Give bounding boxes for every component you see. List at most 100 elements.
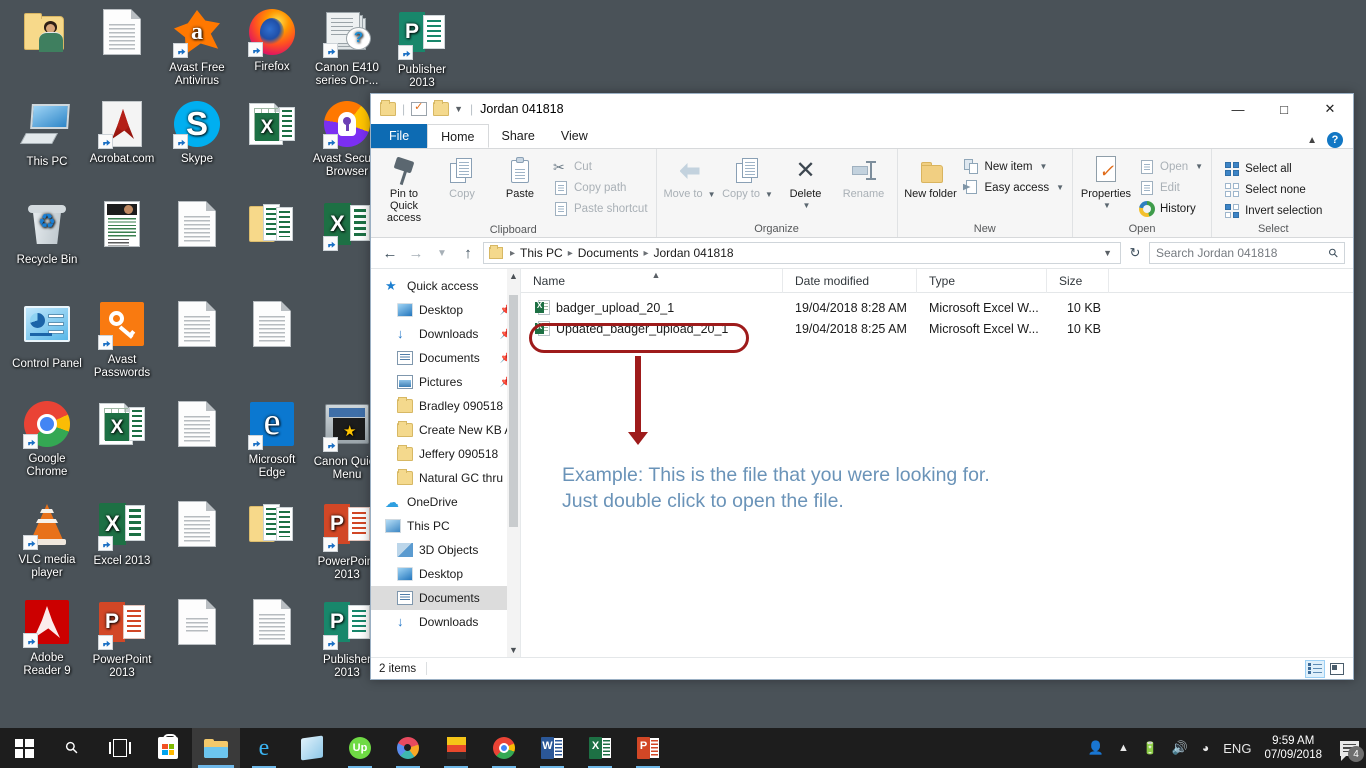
nav-item[interactable]: Bradley 090518 xyxy=(371,394,520,418)
desktop-icon[interactable]: Publisher 2013 xyxy=(385,8,459,90)
nav-item[interactable]: Create New KB A xyxy=(371,418,520,442)
desktop-icon[interactable]: Canon E410 series On-... xyxy=(310,8,384,88)
chrome-button[interactable] xyxy=(480,728,528,768)
file-explorer-button[interactable] xyxy=(192,728,240,768)
breadcrumb-documents[interactable]: Documents xyxy=(578,246,639,260)
chevron-down-icon[interactable]: ▼ xyxy=(708,190,716,199)
chevron-down-icon[interactable]: ▼ xyxy=(779,200,835,212)
nav-item[interactable]: ↓ Downloads xyxy=(371,610,520,634)
chevron-down-icon[interactable]: ▼ xyxy=(1103,248,1116,258)
pin-to-quick-access-button[interactable]: Pin to Quick access xyxy=(375,152,433,224)
breadcrumb-current[interactable]: Jordan 041818 xyxy=(653,246,733,260)
scroll-down-icon[interactable]: ▼ xyxy=(507,643,520,657)
wifi-icon[interactable]: ◕ xyxy=(1195,728,1216,768)
select-all-button[interactable]: Select all xyxy=(1220,158,1326,179)
chevron-down-icon[interactable]: ▼ xyxy=(1056,183,1064,192)
copy-to-button[interactable]: Copy to ▼ xyxy=(719,152,777,201)
nav-item[interactable]: Natural GC thru xyxy=(371,466,520,490)
desktop-icon[interactable] xyxy=(85,8,159,61)
tab-share[interactable]: Share xyxy=(489,124,548,148)
column-headers[interactable]: Name ▲ Date modified Type Size xyxy=(521,268,1353,293)
quick-access-folder-icon[interactable] xyxy=(380,100,396,116)
search-input[interactable]: Search Jordan 041818 ⚲ xyxy=(1149,242,1345,264)
refresh-icon[interactable]: ↻ xyxy=(1125,245,1145,261)
scroll-up-icon[interactable]: ▲ xyxy=(507,269,520,283)
chevron-down-icon[interactable]: ▼ xyxy=(1079,200,1135,212)
desktop-icon[interactable] xyxy=(160,300,234,353)
title-bar[interactable]: | ▼ | Jordan 041818 — □ ✕ xyxy=(371,94,1353,124)
navigation-list[interactable]: ★ Quick access Desktop 📌 ↓ Downloads 📌 Document… xyxy=(371,269,520,634)
customize-quick-access-caret-icon[interactable]: ▼ xyxy=(454,104,463,114)
nav-item[interactable]: ↓ Downloads 📌 xyxy=(371,322,520,346)
desktop-icon[interactable] xyxy=(160,598,234,651)
clock[interactable]: 9:59 AM 07/09/2018 xyxy=(1258,734,1332,762)
table-row[interactable]: badger_upload_20_1 19/04/2018 8:28 AM Micr… xyxy=(521,297,1353,318)
tab-view[interactable]: View xyxy=(548,124,601,148)
desktop-icon[interactable] xyxy=(160,400,234,453)
breadcrumb[interactable]: ▸ This PC ▸ Documents ▸ Jordan 041818 ▼ xyxy=(483,242,1121,264)
desktop-icon[interactable]: Skype xyxy=(160,100,234,166)
back-arrow-icon[interactable]: ← xyxy=(379,245,401,262)
close-button[interactable]: ✕ xyxy=(1307,94,1353,124)
task-view-button[interactable] xyxy=(96,728,144,768)
column-header-size[interactable]: Size xyxy=(1047,268,1109,293)
desktop-icon[interactable] xyxy=(235,200,309,256)
desktop-icon[interactable]: VLC media player xyxy=(10,500,84,580)
search-button[interactable]: ⚲ xyxy=(48,728,96,768)
column-header-name[interactable]: Name ▲ xyxy=(521,268,783,293)
desktop-icon[interactable]: Control Panel xyxy=(10,300,84,371)
desktop-icon[interactable]: This PC xyxy=(10,100,84,169)
cut-button[interactable]: ✂ Cut xyxy=(549,156,652,177)
desktop-icon[interactable] xyxy=(235,300,309,353)
desktop-icon[interactable] xyxy=(160,500,234,553)
recent-locations-icon[interactable]: ▼ xyxy=(431,248,453,259)
minimize-button[interactable]: — xyxy=(1215,94,1261,124)
delete-button[interactable]: ✕ Delete ▼ xyxy=(777,152,835,212)
column-header-type[interactable]: Type xyxy=(917,268,1047,293)
desktop-icon[interactable]: a Avast Free Antivirus xyxy=(160,8,234,88)
nav-item[interactable]: Documents 📌 xyxy=(371,346,520,370)
excel-button[interactable] xyxy=(576,728,624,768)
scrollbar-thumb[interactable] xyxy=(509,295,518,527)
notification-center-button[interactable]: 4 xyxy=(1332,728,1366,768)
history-button[interactable]: History xyxy=(1135,198,1207,219)
select-none-button[interactable]: Select none xyxy=(1220,179,1326,200)
copy-button[interactable]: Copy xyxy=(433,152,491,200)
show-hidden-icons-icon[interactable]: ▲ xyxy=(1111,728,1136,768)
upwork-button[interactable]: Up xyxy=(336,728,384,768)
desktop-icon[interactable] xyxy=(235,100,309,155)
snagit-button[interactable] xyxy=(432,728,480,768)
address-bar[interactable]: ← → ▼ ↑ ▸ This PC ▸ Documents ▸ Jordan 0… xyxy=(371,238,1353,268)
word-button[interactable] xyxy=(528,728,576,768)
tab-home[interactable]: Home xyxy=(427,124,489,148)
window-controls[interactable]: — □ ✕ xyxy=(1215,94,1353,124)
language-indicator[interactable]: ENG xyxy=(1216,728,1258,768)
people-icon[interactable]: 👤 xyxy=(1081,728,1111,768)
start-button[interactable] xyxy=(0,728,48,768)
paste-shortcut-button[interactable]: Paste shortcut xyxy=(549,198,652,219)
file-explorer-window[interactable]: | ▼ | Jordan 041818 — □ ✕ File Home Shar… xyxy=(370,93,1354,680)
tab-file[interactable]: File xyxy=(371,124,428,148)
desktop-icon[interactable] xyxy=(235,500,309,556)
invert-selection-button[interactable]: Invert selection xyxy=(1220,200,1326,221)
breadcrumb-this-pc[interactable]: This PC xyxy=(520,246,563,260)
desktop-icon[interactable]: Avast Passwords xyxy=(85,300,159,380)
ribbon[interactable]: Pin to Quick access Copy Paste ✂ Cut Cop… xyxy=(371,148,1353,238)
desktop-icon[interactable]: Firefox xyxy=(235,8,309,74)
store-app-button[interactable] xyxy=(288,728,336,768)
new-folder-button[interactable]: New folder xyxy=(902,152,960,200)
quick-access-properties-icon[interactable] xyxy=(411,100,428,116)
properties-button[interactable]: ✓ Properties ▼ xyxy=(1077,152,1135,212)
move-to-button[interactable]: Move to ▼ xyxy=(661,152,719,201)
help-icon[interactable]: ? xyxy=(1327,132,1343,148)
edge-button[interactable]: e xyxy=(240,728,288,768)
desktop-icon[interactable]: Acrobat.com xyxy=(85,100,159,166)
view-toggles[interactable] xyxy=(1305,659,1353,678)
rename-button[interactable]: Rename xyxy=(835,152,893,200)
chevron-down-icon[interactable]: ▼ xyxy=(1039,162,1047,171)
desktop-icon[interactable]: Google Chrome xyxy=(10,400,84,479)
desktop-icon[interactable]: Microsoft Edge xyxy=(235,400,309,480)
nav-item[interactable]: This PC xyxy=(371,514,520,538)
new-item-button[interactable]: New item ▼ xyxy=(960,156,1068,177)
nav-item[interactable]: Jeffery 090518 xyxy=(371,442,520,466)
